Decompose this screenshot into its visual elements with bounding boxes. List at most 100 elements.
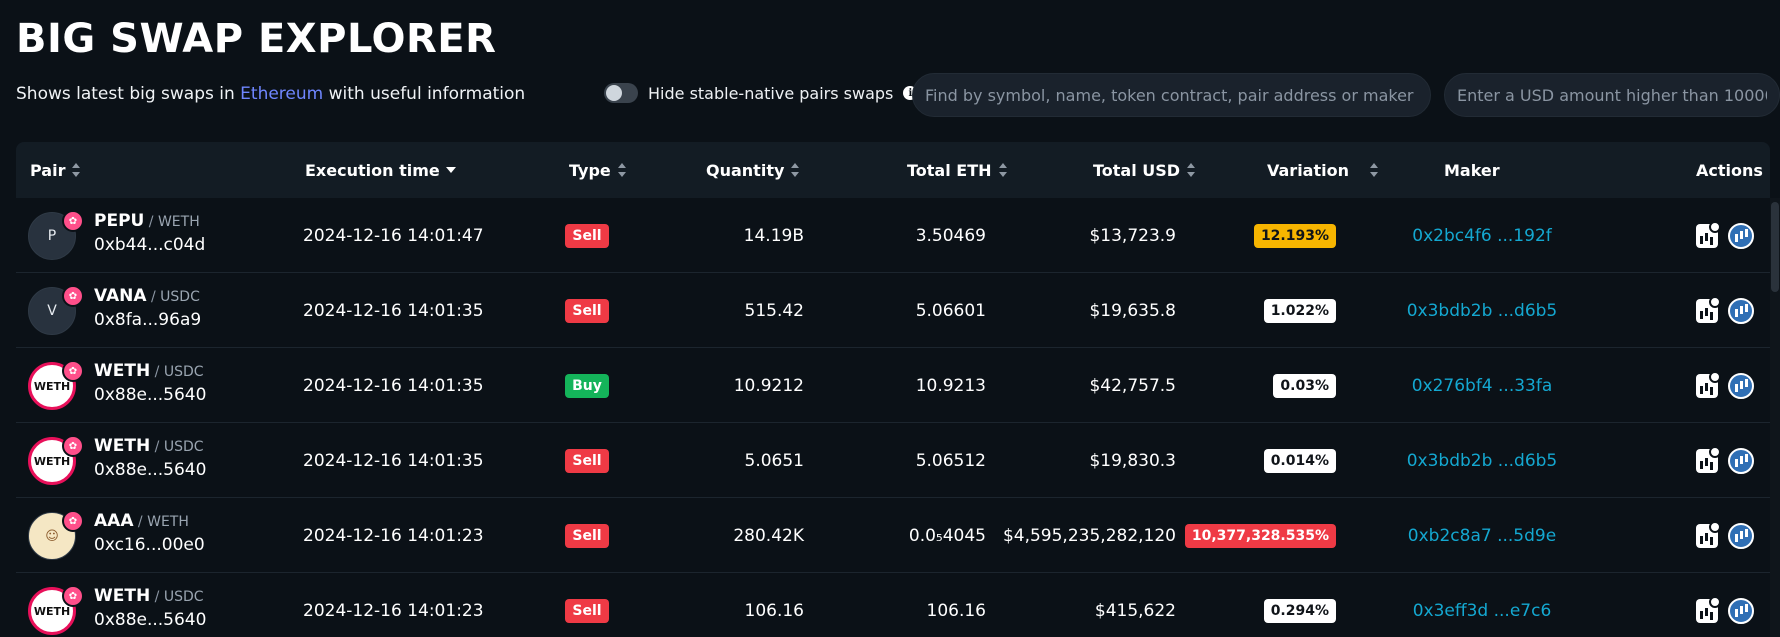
explorer-icon[interactable]: [1728, 522, 1754, 549]
maker-cell: 0x2bc4f6 ...192f: [1382, 198, 1582, 273]
actions-cell: [1696, 273, 1776, 348]
quantity: 280.42K: [733, 525, 804, 546]
quantity: 10.9212: [733, 375, 804, 396]
col-total-eth[interactable]: Total ETH: [907, 142, 1008, 198]
chart-icon[interactable]: [1696, 370, 1721, 398]
maker-link[interactable]: 0x3bdb2b ...d6b5: [1407, 301, 1558, 321]
scrollbar-thumb[interactable]: [1771, 202, 1779, 292]
pair-info[interactable]: VANA / USDC 0x8fa...96a9: [94, 285, 201, 332]
pair-separator: /: [150, 589, 164, 605]
execution-time: 2024-12-16 14:01:23: [303, 525, 484, 546]
pair-info[interactable]: PEPU / WETH 0xb44...c04d: [94, 210, 205, 257]
explorer-icon[interactable]: [1728, 597, 1754, 624]
maker-cell: 0xb2c8a7 ...5d9e: [1382, 498, 1582, 573]
total-eth: 106.16: [926, 600, 986, 621]
execution-time: 2024-12-16 14:01:23: [303, 600, 484, 621]
type-badge: Sell: [565, 448, 609, 473]
col-pair-label: Pair: [30, 160, 66, 180]
col-type[interactable]: Type: [569, 142, 627, 198]
maker-link[interactable]: 0x3eff3d ...e7c6: [1413, 601, 1552, 621]
pair-symbols: AAA / WETH: [94, 510, 205, 533]
chart-icon[interactable]: [1696, 220, 1721, 248]
table-row[interactable]: WETH ✿ WETH / USDC 0x88e...5640 2024-12-16 1…: [16, 423, 1770, 498]
table-row[interactable]: P ✿ PEPU / WETH 0xb44...c04d 2024-12-16 14:0…: [16, 198, 1770, 273]
actions-cell: [1696, 423, 1776, 498]
total-eth: 10.9213: [915, 375, 986, 396]
hide-stable-toggle[interactable]: [604, 83, 638, 103]
type-badge: Sell: [565, 298, 609, 323]
quote-symbol: USDC: [163, 439, 204, 455]
variation-cell: 0.014%: [1156, 423, 1336, 498]
sort-icon: [1369, 162, 1379, 178]
explorer-icon[interactable]: [1728, 447, 1754, 474]
total-eth: 3.50469: [915, 225, 986, 246]
page-subtitle: Shows latest big swaps in Ethereum with …: [16, 83, 525, 105]
maker-link[interactable]: 0x2bc4f6 ...192f: [1412, 226, 1552, 246]
dex-icon: ✿: [62, 435, 84, 457]
total-eth: 0.0₅4045: [908, 525, 986, 546]
explorer-icon[interactable]: [1728, 222, 1754, 249]
quantity: 14.19B: [743, 225, 804, 246]
row-actions: [1696, 520, 1754, 549]
row-actions: [1696, 220, 1754, 249]
col-maker-label: Maker: [1444, 160, 1500, 180]
col-quantity[interactable]: Quantity: [706, 142, 800, 198]
table-row[interactable]: WETH ✿ WETH / USDC 0x88e...5640 2024-12-16 1…: [16, 348, 1770, 423]
usd-amount-input[interactable]: [1444, 73, 1780, 117]
pair-symbols: VANA / USDC: [94, 285, 201, 308]
chart-icon[interactable]: [1696, 520, 1721, 548]
actions-cell: [1696, 348, 1776, 423]
token-avatar-group: WETH ✿: [28, 585, 84, 637]
pair-info[interactable]: WETH / USDC 0x88e...5640: [94, 360, 206, 407]
explorer-icon[interactable]: [1728, 372, 1754, 399]
pair-address: 0xb44...c04d: [94, 235, 206, 255]
col-total-eth-label: Total ETH: [907, 160, 992, 180]
chain-link[interactable]: Ethereum: [240, 84, 323, 104]
pair-info[interactable]: AAA / WETH 0xc16...00e0: [94, 510, 205, 557]
col-execution-time[interactable]: Execution time: [305, 142, 456, 198]
quote-symbol: USDC: [160, 289, 200, 305]
maker-link[interactable]: 0xb2c8a7 ...5d9e: [1408, 526, 1556, 546]
page-title: BIG SWAP EXPLORER: [16, 16, 497, 62]
col-actions-label: Actions: [1696, 160, 1763, 180]
table-row[interactable]: WETH ✿ WETH / USDC 0x88e...5640 2024-12-16 1…: [16, 573, 1770, 637]
col-pair[interactable]: Pair: [30, 142, 81, 198]
table-row[interactable]: V ✿ VANA / USDC 0x8fa...96a9 2024-12-16 14:0…: [16, 273, 1770, 348]
total-usd: $19,830.3: [1089, 450, 1176, 471]
search-input[interactable]: [912, 73, 1431, 117]
col-type-label: Type: [569, 160, 611, 180]
table-row[interactable]: ☺ ✿ AAA / WETH 0xc16...00e0 2024-12-16 14:01…: [16, 498, 1770, 573]
execution-time: 2024-12-16 14:01:35: [303, 300, 484, 321]
execution-time: 2024-12-16 14:01:35: [303, 375, 484, 396]
explorer-icon[interactable]: [1728, 297, 1754, 324]
pair-separator: /: [150, 364, 164, 380]
col-execution-time-label: Execution time: [305, 160, 440, 180]
toggle-knob: [606, 85, 622, 101]
chart-icon[interactable]: [1696, 445, 1721, 473]
base-symbol: VANA: [94, 286, 147, 306]
variation-cell: 0.03%: [1156, 348, 1336, 423]
sort-icon: [790, 162, 800, 178]
pair-separator: /: [144, 214, 158, 230]
pair-separator: /: [133, 514, 148, 530]
chart-icon[interactable]: [1696, 295, 1721, 323]
quote-symbol: USDC: [163, 589, 204, 605]
dex-icon: ✿: [62, 360, 84, 382]
chart-icon[interactable]: [1696, 595, 1721, 623]
pair-info[interactable]: WETH / USDC 0x88e...5640: [94, 435, 206, 482]
col-total-usd[interactable]: Total USD: [1093, 142, 1196, 198]
col-variation-label: Variation: [1267, 160, 1349, 180]
total-usd: $13,723.9: [1089, 225, 1176, 246]
row-actions: [1696, 370, 1754, 399]
scrollbar[interactable]: [1770, 198, 1780, 637]
sort-icon: [71, 162, 81, 178]
col-total-usd-label: Total USD: [1093, 160, 1181, 180]
maker-link[interactable]: 0x276bf4 ...33fa: [1412, 376, 1553, 396]
pair-info[interactable]: WETH / USDC 0x88e...5640: [94, 585, 206, 632]
execution-time: 2024-12-16 14:01:35: [303, 450, 484, 471]
type-badge: Sell: [565, 598, 609, 623]
type-cell: Sell: [552, 198, 622, 273]
col-variation[interactable]: Variation: [1267, 142, 1379, 198]
maker-link[interactable]: 0x3bdb2b ...d6b5: [1407, 451, 1558, 471]
maker-cell: 0x3bdb2b ...d6b5: [1382, 273, 1582, 348]
